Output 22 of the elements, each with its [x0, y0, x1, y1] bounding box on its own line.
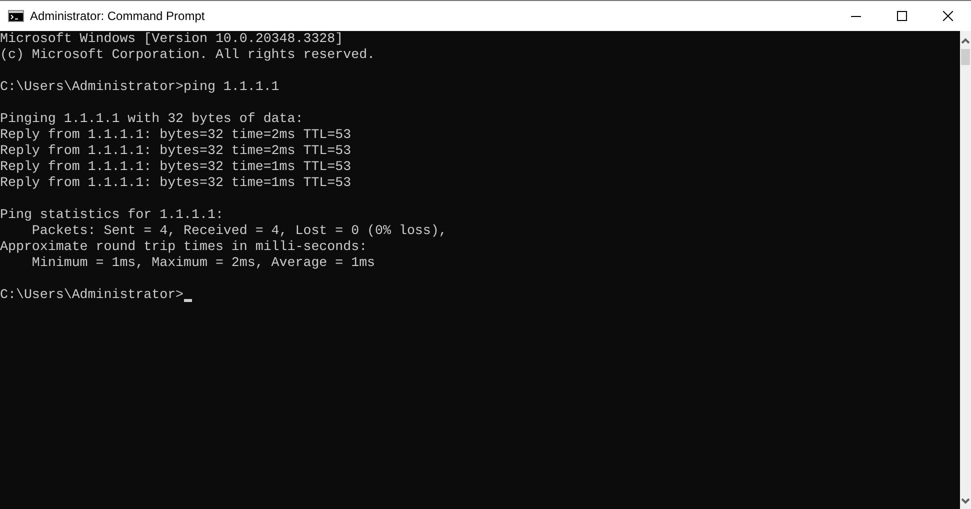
close-icon [943, 11, 953, 21]
text-cursor [184, 299, 192, 302]
command-prompt: C:\Users\Administrator> [0, 287, 184, 303]
console-line: Approximate round trip times in milli-seconds: [0, 239, 368, 255]
console-line: Minimum = 1ms, Maximum = 2ms, Average = 1ms [30, 255, 376, 271]
scroll-down-icon[interactable] [961, 497, 970, 505]
vertical-scrollbar[interactable] [960, 31, 971, 509]
scrollbar-thumb[interactable] [961, 49, 970, 65]
console-line: (c) Microsoft Corporation. All rights reserved. [0, 47, 376, 63]
scroll-up-icon[interactable] [961, 37, 970, 45]
console-line: C:\Users\Administrator>ping 1.1.1.1 [0, 79, 280, 95]
console-line: Reply from 1.1.1.1: bytes=32 time=1ms TTL=53 [0, 175, 352, 191]
maximize-icon [897, 11, 907, 21]
console-line: Reply from 1.1.1.1: bytes=32 time=2ms TTL=53 [0, 127, 352, 143]
console-line: Ping statistics for 1.1.1.1: [0, 207, 224, 223]
console-line: Pinging 1.1.1.1 with 32 bytes of data: [0, 111, 304, 127]
window-title: Administrator: Command Prompt [30, 9, 206, 23]
console-icon [8, 10, 24, 22]
console-line: Reply from 1.1.1.1: bytes=32 time=2ms TTL=53 [0, 143, 352, 159]
console-line: Microsoft Windows [Version 10.0.20348.3328] [0, 31, 344, 47]
console-line: Packets: Sent = 4, Received = 4, Lost = 0 (0% loss), [30, 223, 447, 239]
console-line: Reply from 1.1.1.1: bytes=32 time=1ms TTL=53 [0, 159, 352, 175]
